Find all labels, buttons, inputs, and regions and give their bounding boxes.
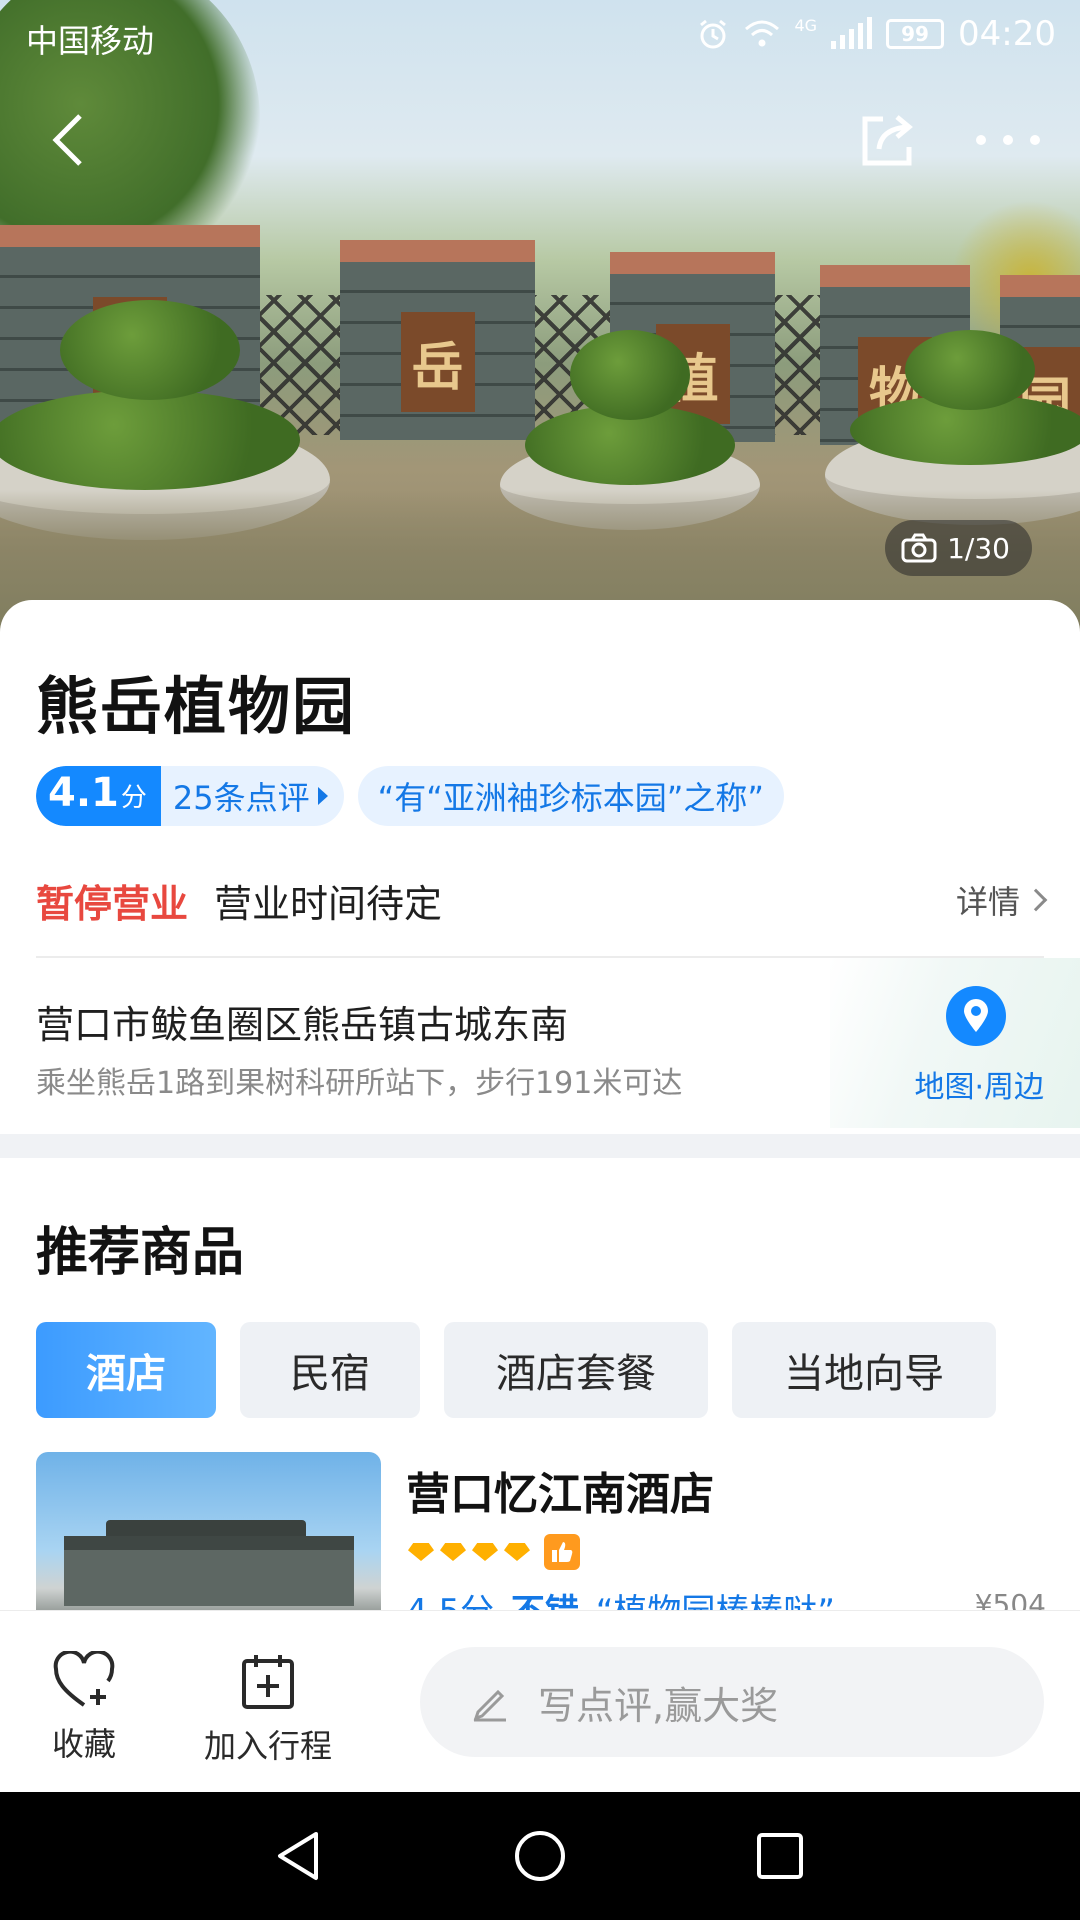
nav-recents-icon[interactable] xyxy=(750,1826,810,1886)
thumbs-up-icon xyxy=(544,1534,580,1570)
hours-text: 营业时间待定 xyxy=(214,881,443,926)
photo-count: 1/30 xyxy=(947,531,1010,565)
network-type: 4G xyxy=(794,16,818,35)
write-review-button[interactable]: 写点评,赢大奖 xyxy=(420,1647,1044,1757)
location-pin-icon[interactable] xyxy=(946,986,1006,1046)
reviews-link[interactable]: 25条点评 xyxy=(161,766,344,826)
system-nav-bar xyxy=(0,1792,1080,1920)
tab-hotel-package[interactable]: 酒店套餐 xyxy=(444,1322,708,1418)
hotel-rating-badges xyxy=(408,1534,580,1570)
tagline-badge[interactable]: “有“亚洲袖珍标本园”之称” xyxy=(357,766,784,826)
more-icon xyxy=(976,135,1040,145)
tagline-text: “有“亚洲袖珍标本园”之称” xyxy=(377,779,764,817)
hours-detail-link[interactable]: 详情 xyxy=(955,877,1048,923)
nav-home-icon[interactable] xyxy=(510,1826,570,1886)
section-separator xyxy=(0,1134,1080,1158)
favorite-label: 收藏 xyxy=(52,1725,117,1763)
stone-pillar: 岳 xyxy=(340,240,535,440)
signal-icon xyxy=(831,17,873,49)
rating-pill[interactable]: 4.1 分 25条点评 xyxy=(36,766,344,826)
status-icons: 4G 99 04:20 xyxy=(696,14,1056,54)
triangle-right-icon xyxy=(317,787,328,805)
diamond-icon xyxy=(504,1543,530,1561)
diamond-icon xyxy=(408,1543,434,1561)
review-placeholder: 写点评,赢大奖 xyxy=(538,1683,779,1728)
back-arrow-icon xyxy=(52,114,82,166)
hotel-thumbnail[interactable] xyxy=(36,1452,381,1612)
add-itinerary-button[interactable]: 加入行程 xyxy=(204,1651,332,1767)
chevron-right-icon xyxy=(1024,888,1048,912)
plaque-char: 岳 xyxy=(400,312,475,412)
bush xyxy=(905,330,1035,410)
hotel-quote: “植物园棒棒哒” xyxy=(595,1592,835,1612)
carrier-name: 中国移动 xyxy=(26,22,155,60)
hotel-meta: 4.5分 不错 “植物园棒棒哒” xyxy=(406,1584,835,1612)
hours-status: 暂停营业 xyxy=(36,881,189,926)
camera-icon xyxy=(901,533,937,563)
favorite-button[interactable]: 收藏 xyxy=(52,1651,116,1765)
status-bar: 中国移动 4G 99 04:20 xyxy=(0,0,1080,72)
score-value: 4.1 xyxy=(48,770,119,816)
share-icon xyxy=(862,115,913,166)
pencil-icon xyxy=(473,1689,506,1722)
transit-text: 乘坐熊岳1路到果树科研所站下，步行191米可达 xyxy=(36,1066,683,1101)
hotel-price: ¥504 xyxy=(974,1588,1046,1612)
hours-row[interactable]: 暂停营业 营业时间待定 详情 xyxy=(36,862,1048,938)
hotel-list-item[interactable]: 营口忆江南酒店 4.5分 不错 “植物园棒棒哒” ¥504 xyxy=(36,1452,1046,1612)
gate-building xyxy=(64,1536,354,1606)
hotel-level: 不错 xyxy=(510,1592,579,1612)
tab-hotel[interactable]: 酒店 xyxy=(36,1322,216,1418)
diamond-icon xyxy=(440,1543,466,1561)
product-tabs: 酒店 民宿 酒店套餐 当地向导 xyxy=(36,1322,996,1418)
hotel-score: 4.5分 xyxy=(406,1592,495,1612)
bush xyxy=(570,330,690,420)
review-count: 25条点评 xyxy=(172,779,310,817)
rating-score: 4.1 分 xyxy=(36,766,161,826)
address-row[interactable]: 营口市鲅鱼圈区熊岳镇古城东南 乘坐熊岳1路到果树科研所站下，步行191米可达 地… xyxy=(0,958,1080,1128)
poi-title: 熊岳植物园 xyxy=(36,670,357,743)
hours-detail-label: 详情 xyxy=(955,883,1020,921)
map-nearby-link[interactable]: 地图·周边 xyxy=(914,1062,1044,1106)
share-button[interactable] xyxy=(848,100,928,180)
address-text: 营口市鲅鱼圈区熊岳镇古城东南 xyxy=(36,1003,569,1047)
back-button[interactable] xyxy=(28,100,108,180)
bottom-action-bar: 收藏 加入行程 写点评,赢大奖 xyxy=(0,1610,1080,1792)
hotel-name: 营口忆江南酒店 xyxy=(406,1469,714,1520)
bush xyxy=(60,300,240,400)
rating-row: 4.1 分 25条点评 “有“亚洲袖珍标本园”之称” xyxy=(36,766,784,826)
clock: 04:20 xyxy=(958,14,1056,54)
diamond-icon xyxy=(472,1543,498,1561)
nav-back-icon[interactable] xyxy=(270,1826,330,1886)
bush xyxy=(0,390,300,490)
more-button[interactable] xyxy=(968,100,1048,180)
section-title: 推荐商品 xyxy=(36,1223,245,1283)
battery-level: 99 xyxy=(901,22,929,46)
tab-local-guide[interactable]: 当地向导 xyxy=(732,1322,996,1418)
calendar-plus-icon xyxy=(242,1655,294,1709)
alarm-icon xyxy=(700,19,727,49)
battery-icon: 99 xyxy=(886,19,945,49)
poi-info-card: 熊岳植物园 4.1 分 25条点评 “有“亚洲袖珍标本园”之称” 暂停营业 营业… xyxy=(0,600,1080,1160)
wifi-icon xyxy=(745,20,780,47)
photo-counter[interactable]: 1/30 xyxy=(885,520,1032,576)
tab-homestay[interactable]: 民宿 xyxy=(240,1322,420,1418)
score-unit: 分 xyxy=(120,783,147,813)
itinerary-label: 加入行程 xyxy=(204,1727,333,1765)
heart-plus-icon xyxy=(53,1651,115,1707)
